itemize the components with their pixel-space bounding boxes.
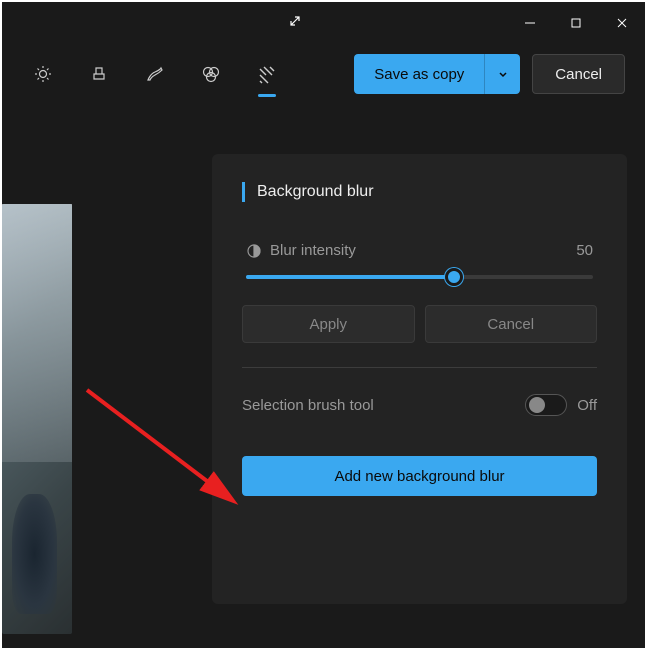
slider-thumb[interactable] (445, 268, 463, 286)
divider (242, 367, 597, 368)
brush-icon[interactable] (88, 63, 110, 85)
brush-toggle[interactable] (525, 394, 567, 416)
brush-label: Selection brush tool (242, 397, 374, 414)
cancel-button[interactable]: Cancel (532, 54, 625, 94)
apply-button[interactable]: Apply (242, 305, 415, 343)
brightness-icon[interactable] (32, 63, 54, 85)
minimize-button[interactable] (507, 2, 553, 44)
panel-title-text: Background blur (257, 183, 374, 201)
intensity-slider[interactable] (246, 275, 593, 279)
accent-bar (242, 182, 245, 202)
background-blur-panel: Background blur Blur intensity 50 Apply … (212, 154, 627, 604)
save-button-group: Save as copy (354, 54, 520, 94)
intensity-row: Blur intensity 50 (242, 242, 597, 259)
eraser-icon[interactable] (144, 63, 166, 85)
close-button[interactable] (599, 2, 645, 44)
panel-title: Background blur (242, 182, 597, 202)
maximize-button[interactable] (553, 2, 599, 44)
brush-tool-row: Selection brush tool Off (242, 394, 597, 416)
add-background-blur-button[interactable]: Add new background blur (242, 456, 597, 496)
save-as-copy-button[interactable]: Save as copy (354, 54, 484, 94)
window-controls (507, 2, 645, 44)
app-window: Save as copy Cancel Background blur Blur… (2, 2, 645, 648)
titlebar (2, 2, 645, 44)
expand-diagonal-icon[interactable] (289, 14, 301, 32)
panel-cancel-button[interactable]: Cancel (425, 305, 598, 343)
intensity-label-text: Blur intensity (270, 242, 356, 259)
toggle-knob (529, 397, 545, 413)
slider-fill (246, 275, 454, 279)
toggle-state-label: Off (577, 397, 597, 414)
intensity-value: 50 (576, 242, 593, 259)
blur-icon[interactable] (256, 63, 278, 85)
preview-image (2, 204, 72, 634)
toolbar: Save as copy Cancel (2, 44, 645, 104)
filter-icon[interactable] (200, 63, 222, 85)
save-dropdown-button[interactable] (484, 54, 520, 94)
image-preview (2, 104, 72, 648)
content-area: Background blur Blur intensity 50 Apply … (2, 104, 645, 648)
contrast-icon (246, 243, 262, 259)
